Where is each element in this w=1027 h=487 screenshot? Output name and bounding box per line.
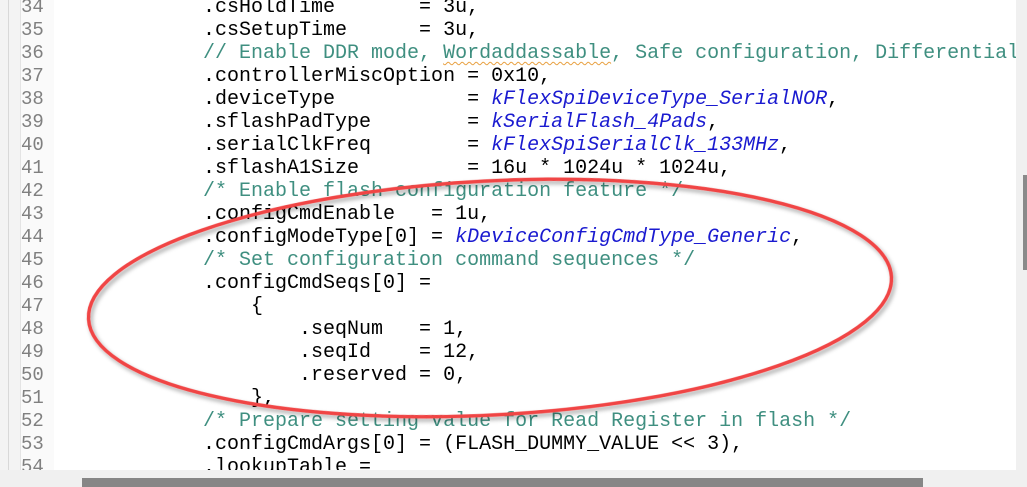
code-line[interactable]: .configCmdEnable = 1u, (59, 203, 491, 226)
code-text: .sflashA1Size = 16u * 1024u * 1024u, (59, 157, 732, 180)
line-number: 50 (21, 364, 44, 386)
code-line[interactable]: /* Prepare setting value for Read Regist… (59, 410, 851, 433)
code-text: }, (59, 387, 276, 410)
code-line[interactable]: .reserved = 0, (59, 364, 467, 387)
code-text: , (791, 226, 804, 249)
line-number: 35 (21, 19, 44, 41)
code-comment: /* Prepare setting value for Read Regist… (59, 410, 852, 433)
code-comment: // Enable DDR mode, (59, 42, 444, 65)
code-text: , (779, 134, 792, 157)
code-text: .reserved = 0, (59, 364, 468, 387)
code-line[interactable]: .csHoldTime = 3u, (59, 0, 479, 19)
line-number: 40 (21, 134, 44, 156)
line-number: 36 (21, 42, 44, 64)
code-text: .lookupTable = (59, 456, 372, 470)
code-text: , (707, 111, 720, 134)
code-comment: Wordaddassable (443, 42, 612, 65)
vertical-scrollbar-thumb[interactable] (1023, 175, 1027, 270)
code-line[interactable]: .controllerMiscOption = 0x10, (59, 65, 551, 88)
line-number: 44 (21, 226, 44, 248)
line-number: 49 (21, 341, 44, 363)
code-line[interactable]: .sflashA1Size = 16u * 1024u * 1024u, (59, 157, 731, 180)
code-text: .serialClkFreq = (59, 134, 492, 157)
code-line[interactable]: .configModeType[0] = kDeviceConfigCmdTyp… (59, 226, 803, 249)
vertical-scrollbar[interactable] (1016, 0, 1027, 470)
code-line[interactable]: /* Enable flash configuration feature */ (59, 180, 683, 203)
horizontal-scrollbar-thumb[interactable] (82, 478, 923, 487)
line-number: 47 (21, 295, 44, 317)
line-number: 48 (21, 318, 44, 340)
code-text: .sflashPadType = (59, 111, 492, 134)
horizontal-scrollbar[interactable] (0, 470, 1027, 487)
code-line[interactable]: // Enable DDR mode, Wordaddassable, Safe… (59, 42, 1016, 65)
line-number: 54 (21, 456, 44, 470)
line-number: 45 (21, 249, 44, 271)
code-line[interactable]: .seqId = 12, (59, 341, 479, 364)
line-number: 37 (21, 65, 44, 87)
line-number: 46 (21, 272, 44, 294)
code-comment: /* Set configuration command sequences *… (59, 249, 696, 272)
code-text: .configModeType[0] = (59, 226, 456, 249)
code-text: .csHoldTime = 3u, (59, 0, 480, 19)
line-number: 38 (21, 88, 44, 110)
code-line[interactable]: .lookupTable = (59, 456, 371, 470)
enum-constant: kSerialFlash_4Pads (491, 111, 708, 134)
editor-left-margin (0, 0, 21, 470)
code-text: .deviceType = (59, 88, 492, 111)
code-comment: /* Enable flash configuration feature */ (59, 180, 684, 203)
code-line[interactable]: .serialClkFreq = kFlexSpiSerialClk_133MH… (59, 134, 791, 157)
code-line[interactable]: .configCmdArgs[0] = (FLASH_DUMMY_VALUE <… (59, 433, 743, 456)
enum-constant: kFlexSpiSerialClk_133MHz (491, 134, 780, 157)
line-number: 39 (21, 111, 44, 133)
code-line[interactable]: }, (59, 387, 275, 410)
code-text: .configCmdEnable = 1u, (59, 203, 492, 226)
code-line[interactable]: .sflashPadType = kSerialFlash_4Pads, (59, 111, 719, 134)
line-number: 52 (21, 410, 44, 432)
code-line[interactable]: .configCmdSeqs[0] = (59, 272, 431, 295)
enum-constant: kDeviceConfigCmdType_Generic (455, 226, 792, 249)
code-text: .configCmdArgs[0] = (FLASH_DUMMY_VALUE <… (59, 433, 744, 456)
code-text: { (59, 295, 264, 318)
code-text: .csSetupTime = 3u, (59, 19, 480, 42)
code-text: .configCmdSeqs[0] = (59, 272, 432, 295)
code-line[interactable]: { (59, 295, 263, 318)
code-text: .controllerMiscOption = 0x10, (59, 65, 552, 88)
code-text: .seqId = 12, (59, 341, 480, 364)
code-text: .seqNum = 1, (59, 318, 468, 341)
line-number: 42 (21, 180, 44, 202)
code-editor[interactable]: .csHoldTime = 3u, .csSetupTime = 3u, // … (54, 0, 1016, 470)
code-line[interactable]: .csSetupTime = 3u, (59, 19, 479, 42)
enum-constant: kFlexSpiDeviceType_SerialNOR (491, 88, 828, 111)
line-number-gutter: 34 35 36 37 38 39 40 41 42 43 44 45 46 47 48 49 50 51 52 53… (21, 0, 54, 470)
line-number: 43 (21, 203, 44, 225)
code-text: , (827, 88, 840, 111)
line-number: 53 (21, 433, 44, 455)
line-number: 41 (21, 157, 44, 179)
code-line[interactable]: .seqNum = 1, (59, 318, 467, 341)
code-line[interactable]: .deviceType = kFlexSpiDeviceType_SerialN… (59, 88, 839, 111)
code-line[interactable]: /* Set configuration command sequences *… (59, 249, 695, 272)
code-comment: , Safe configuration, Differential (611, 42, 1016, 65)
line-number: 51 (21, 387, 44, 409)
line-number: 34 (21, 0, 44, 18)
